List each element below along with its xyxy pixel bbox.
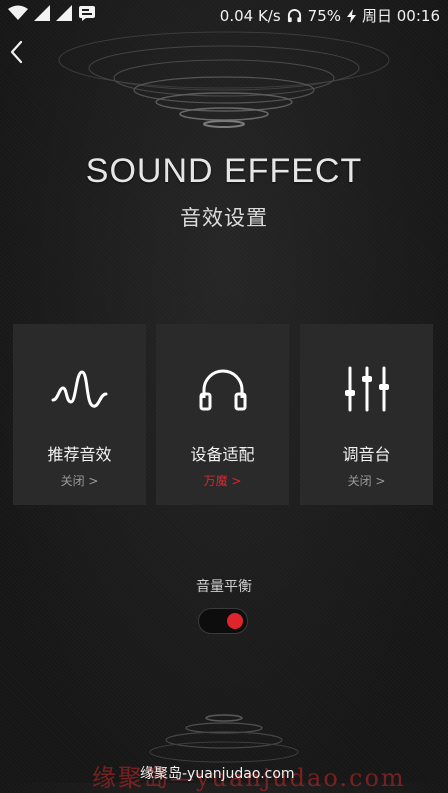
- back-button[interactable]: [6, 38, 30, 66]
- card-recommended-effect[interactable]: 推荐音效 关闭 >: [13, 324, 146, 505]
- headphones-icon: [199, 369, 246, 411]
- signal-icon: [34, 5, 50, 21]
- clock: 周日 00:16: [362, 7, 440, 25]
- volume-balance-toggle[interactable]: [198, 608, 248, 634]
- chevron-left-icon: [10, 40, 23, 64]
- card-label: 设备适配: [190, 445, 255, 464]
- network-speed: 0.04 K/s: [219, 6, 281, 25]
- card-label: 调音台: [342, 445, 391, 464]
- waveform-icon: [51, 370, 107, 408]
- card-status: 关闭 >: [60, 474, 99, 488]
- signal-icon: [56, 5, 72, 21]
- notification-icon: [79, 6, 95, 21]
- page-title-cn: 音效设置: [180, 206, 268, 230]
- charging-icon: [347, 8, 356, 23]
- toggle-knob: [227, 613, 243, 629]
- equalizer-icon: [344, 366, 389, 412]
- card-mixer[interactable]: 调音台 关闭 >: [300, 324, 433, 505]
- watermark: 缘聚岛—yuanjudao.com 缘聚岛-yuanjudao.com: [0, 758, 448, 792]
- card-device-adapt[interactable]: 设备适配 万魔 >: [156, 324, 289, 505]
- card-status: 关闭 >: [347, 474, 386, 488]
- decorative-rings-top: [58, 31, 390, 128]
- page-title-en: SOUND EFFECT: [85, 152, 363, 190]
- watermark-small: 缘聚岛-yuanjudao.com: [140, 766, 295, 782]
- headphones-icon: [287, 9, 301, 23]
- battery-level: 75%: [307, 6, 341, 25]
- volume-balance-label: 音量平衡: [196, 579, 252, 595]
- card-label: 推荐音效: [47, 445, 112, 464]
- card-status: 万魔 >: [203, 474, 242, 488]
- status-bar: 0.04 K/s 75% 周日 00:16: [0, 0, 448, 28]
- wifi-icon: [8, 5, 28, 20]
